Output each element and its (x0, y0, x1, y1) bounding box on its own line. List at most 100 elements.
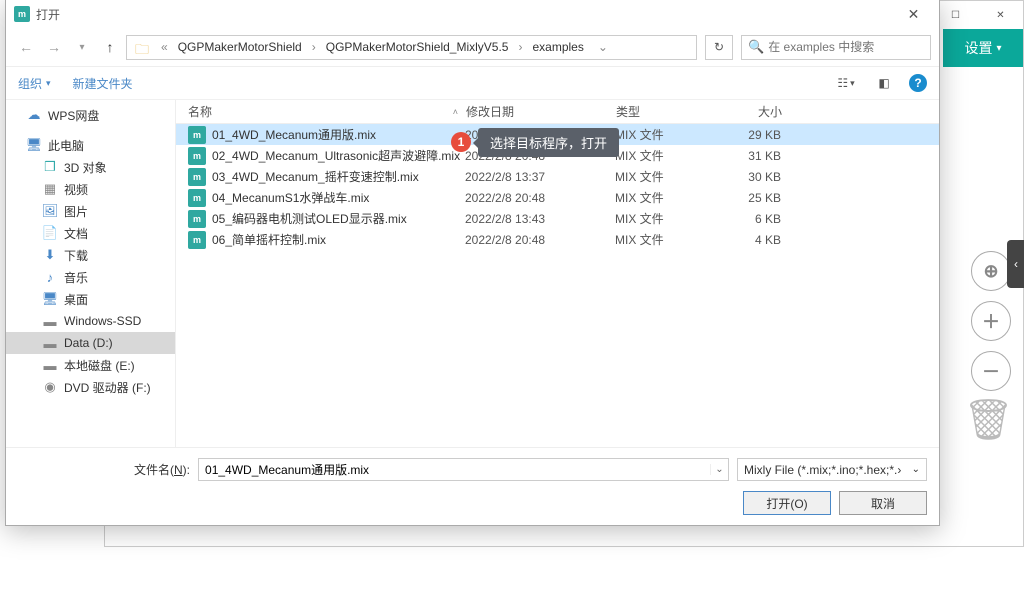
breadcrumb-dropdown[interactable]: ⌄ (590, 40, 616, 54)
file-row[interactable]: m05_编码器电机测试OLED显示器.mix2022/2/8 13:43MIX … (176, 208, 939, 229)
bg-target-button[interactable]: ⊕ (971, 251, 1011, 291)
file-type-filter[interactable]: Mixly File (*.mix;*.ino;*.hex;*.› ⌄ (737, 458, 927, 481)
disc-icon: ◉ (42, 379, 58, 395)
cancel-button[interactable]: 取消 (839, 491, 927, 515)
nav-forward-button[interactable]: → (42, 35, 66, 59)
filename-label: 文件名(N): (18, 461, 190, 478)
file-size: 6 KB (723, 212, 811, 226)
file-open-dialog: m 打开 ✕ ← → ▾ ↑ 🗀 « QGPMakerMotorShield ›… (5, 0, 940, 526)
filter-label: Mixly File (*.mix;*.ino;*.hex;*.› (744, 463, 901, 477)
breadcrumb-item-2[interactable]: QGPMakerMotorShield_MixlyV5.5 (322, 38, 513, 56)
file-icon: m (188, 147, 206, 165)
help-button[interactable]: ? (909, 74, 927, 92)
file-name: 06_简单摇杆控制.mix (212, 231, 465, 248)
file-icon: m (188, 210, 206, 228)
filename-input[interactable] (199, 463, 710, 477)
col-size[interactable]: 大小 (724, 103, 812, 120)
col-date[interactable]: 修改日期 (466, 103, 616, 120)
organize-menu[interactable]: 组织▾ (18, 75, 51, 92)
file-icon: m (188, 126, 206, 144)
chevron-down-icon: ⌄ (912, 464, 920, 475)
tree-music[interactable]: ♪音乐 (6, 266, 175, 288)
filename-dropdown[interactable]: ⌄ (710, 464, 728, 475)
open-button[interactable]: 打开(O) (743, 491, 831, 515)
bg-settings-button[interactable]: 设置 ▾ (943, 29, 1023, 67)
tree-label: 音乐 (64, 269, 88, 286)
tree-wps[interactable]: ☁WPS网盘 (6, 104, 175, 126)
trash-icon: 🗑 (963, 398, 1014, 442)
app-icon: m (14, 6, 30, 22)
breadcrumb[interactable]: 🗀 « QGPMakerMotorShield › QGPMakerMotorS… (126, 35, 697, 60)
search-box[interactable]: 🔍 (741, 35, 931, 60)
tree-downloads[interactable]: ⬇下载 (6, 244, 175, 266)
minus-icon: － (982, 358, 1000, 384)
tree-label: 下载 (64, 247, 88, 264)
nav-recent-button[interactable]: ▾ (70, 35, 94, 59)
tree-local-e[interactable]: ▬ 本地磁盘 (E:) (6, 354, 175, 376)
tree-desktop[interactable]: 🖥 桌面 (6, 288, 175, 310)
file-size: 31 KB (723, 149, 811, 163)
breadcrumb-item-3[interactable]: examples (528, 38, 587, 56)
file-row[interactable]: m06_简单摇杆控制.mix2022/2/8 20:48MIX 文件4 KB (176, 229, 939, 250)
tree-label: 视频 (64, 181, 88, 198)
bg-zoom-in-button[interactable]: ＋ (971, 301, 1011, 341)
file-row[interactable]: m03_4WD_Mecanum_摇杆变速控制.mix2022/2/8 13:37… (176, 166, 939, 187)
bg-trash-button[interactable]: 🗑 (963, 396, 1003, 446)
file-date: 2022/2/8 20:48 (465, 191, 615, 205)
tree-documents[interactable]: 📄文档 (6, 222, 175, 244)
drive-icon: ▬ (42, 314, 58, 329)
file-name: 03_4WD_Mecanum_摇杆变速控制.mix (212, 168, 465, 185)
file-type: MIX 文件 (615, 168, 723, 185)
dialog-close-button[interactable]: ✕ (896, 0, 931, 28)
bg-close-button[interactable]: ✕ (978, 1, 1023, 29)
tree-3d-objects[interactable]: ❒3D 对象 (6, 156, 175, 178)
bg-drawer-toggle[interactable]: ‹ (1007, 240, 1024, 288)
tree-label: 文档 (64, 225, 88, 242)
sort-indicator-icon: ˄ (453, 107, 458, 117)
tree-label: 桌面 (64, 291, 88, 308)
annotation-callout: 选择目标程序，打开 (478, 128, 619, 157)
picture-icon: 🖼 (42, 203, 58, 219)
pc-icon: 🖥 (26, 137, 42, 153)
chevron-right-icon: › (308, 40, 320, 54)
nav-back-button[interactable]: ← (14, 35, 38, 59)
file-date: 2022/2/8 20:48 (465, 233, 615, 247)
tree-data-d[interactable]: ▬Data (D:) (6, 332, 175, 354)
file-list-header[interactable]: 名称˄ 修改日期 类型 大小 (176, 100, 939, 124)
view-details-button[interactable]: ☷▾ (833, 73, 859, 93)
breadcrumb-prefix: « (157, 40, 172, 54)
new-folder-button[interactable]: 新建文件夹 (73, 75, 133, 92)
tree-videos[interactable]: ▦视频 (6, 178, 175, 200)
preview-pane-button[interactable]: ◧ (871, 73, 897, 93)
dialog-toolbar: 组织▾ 新建文件夹 ☷▾ ◧ ? (6, 66, 939, 100)
nav-up-button[interactable]: ↑ (98, 35, 122, 59)
file-size: 29 KB (723, 128, 811, 142)
dialog-titlebar: m 打开 ✕ (6, 0, 939, 28)
col-name[interactable]: 名称˄ (176, 103, 466, 120)
tree-label: 本地磁盘 (E:) (64, 357, 135, 374)
drive-icon: ▬ (42, 358, 58, 373)
file-size: 4 KB (723, 233, 811, 247)
dialog-title: 打开 (36, 6, 60, 23)
bg-zoom-out-button[interactable]: － (971, 351, 1011, 391)
tree-label: 此电脑 (48, 137, 84, 154)
file-type: MIX 文件 (615, 126, 723, 143)
tree-dvd-f[interactable]: ◉DVD 驱动器 (F:) (6, 376, 175, 398)
file-row[interactable]: m04_MecanumS1水弹战车.mix2022/2/8 20:48MIX 文… (176, 187, 939, 208)
bg-settings-label: 设置 (964, 38, 992, 58)
tree-this-pc[interactable]: 🖥 此电脑 (6, 134, 175, 156)
col-type[interactable]: 类型 (616, 103, 724, 120)
file-icon: m (188, 231, 206, 249)
filename-combo[interactable]: ⌄ (198, 458, 729, 481)
nav-tree[interactable]: ☁WPS网盘 🖥 此电脑 ❒3D 对象 ▦视频 🖼图片 📄文档 ⬇下载 ♪音乐 🖥… (6, 100, 176, 447)
search-input[interactable] (768, 40, 924, 54)
desktop-icon: 🖥 (42, 291, 58, 307)
tree-pictures[interactable]: 🖼图片 (6, 200, 175, 222)
tree-label: Windows-SSD (64, 314, 141, 328)
tree-windows-ssd[interactable]: ▬ Windows-SSD (6, 310, 175, 332)
file-name: 05_编码器电机测试OLED显示器.mix (212, 210, 465, 227)
refresh-button[interactable]: ↻ (705, 35, 733, 60)
breadcrumb-item-1[interactable]: QGPMakerMotorShield (174, 38, 306, 56)
target-icon: ⊕ (983, 261, 998, 282)
folder-icon: 🗀 (135, 39, 151, 55)
